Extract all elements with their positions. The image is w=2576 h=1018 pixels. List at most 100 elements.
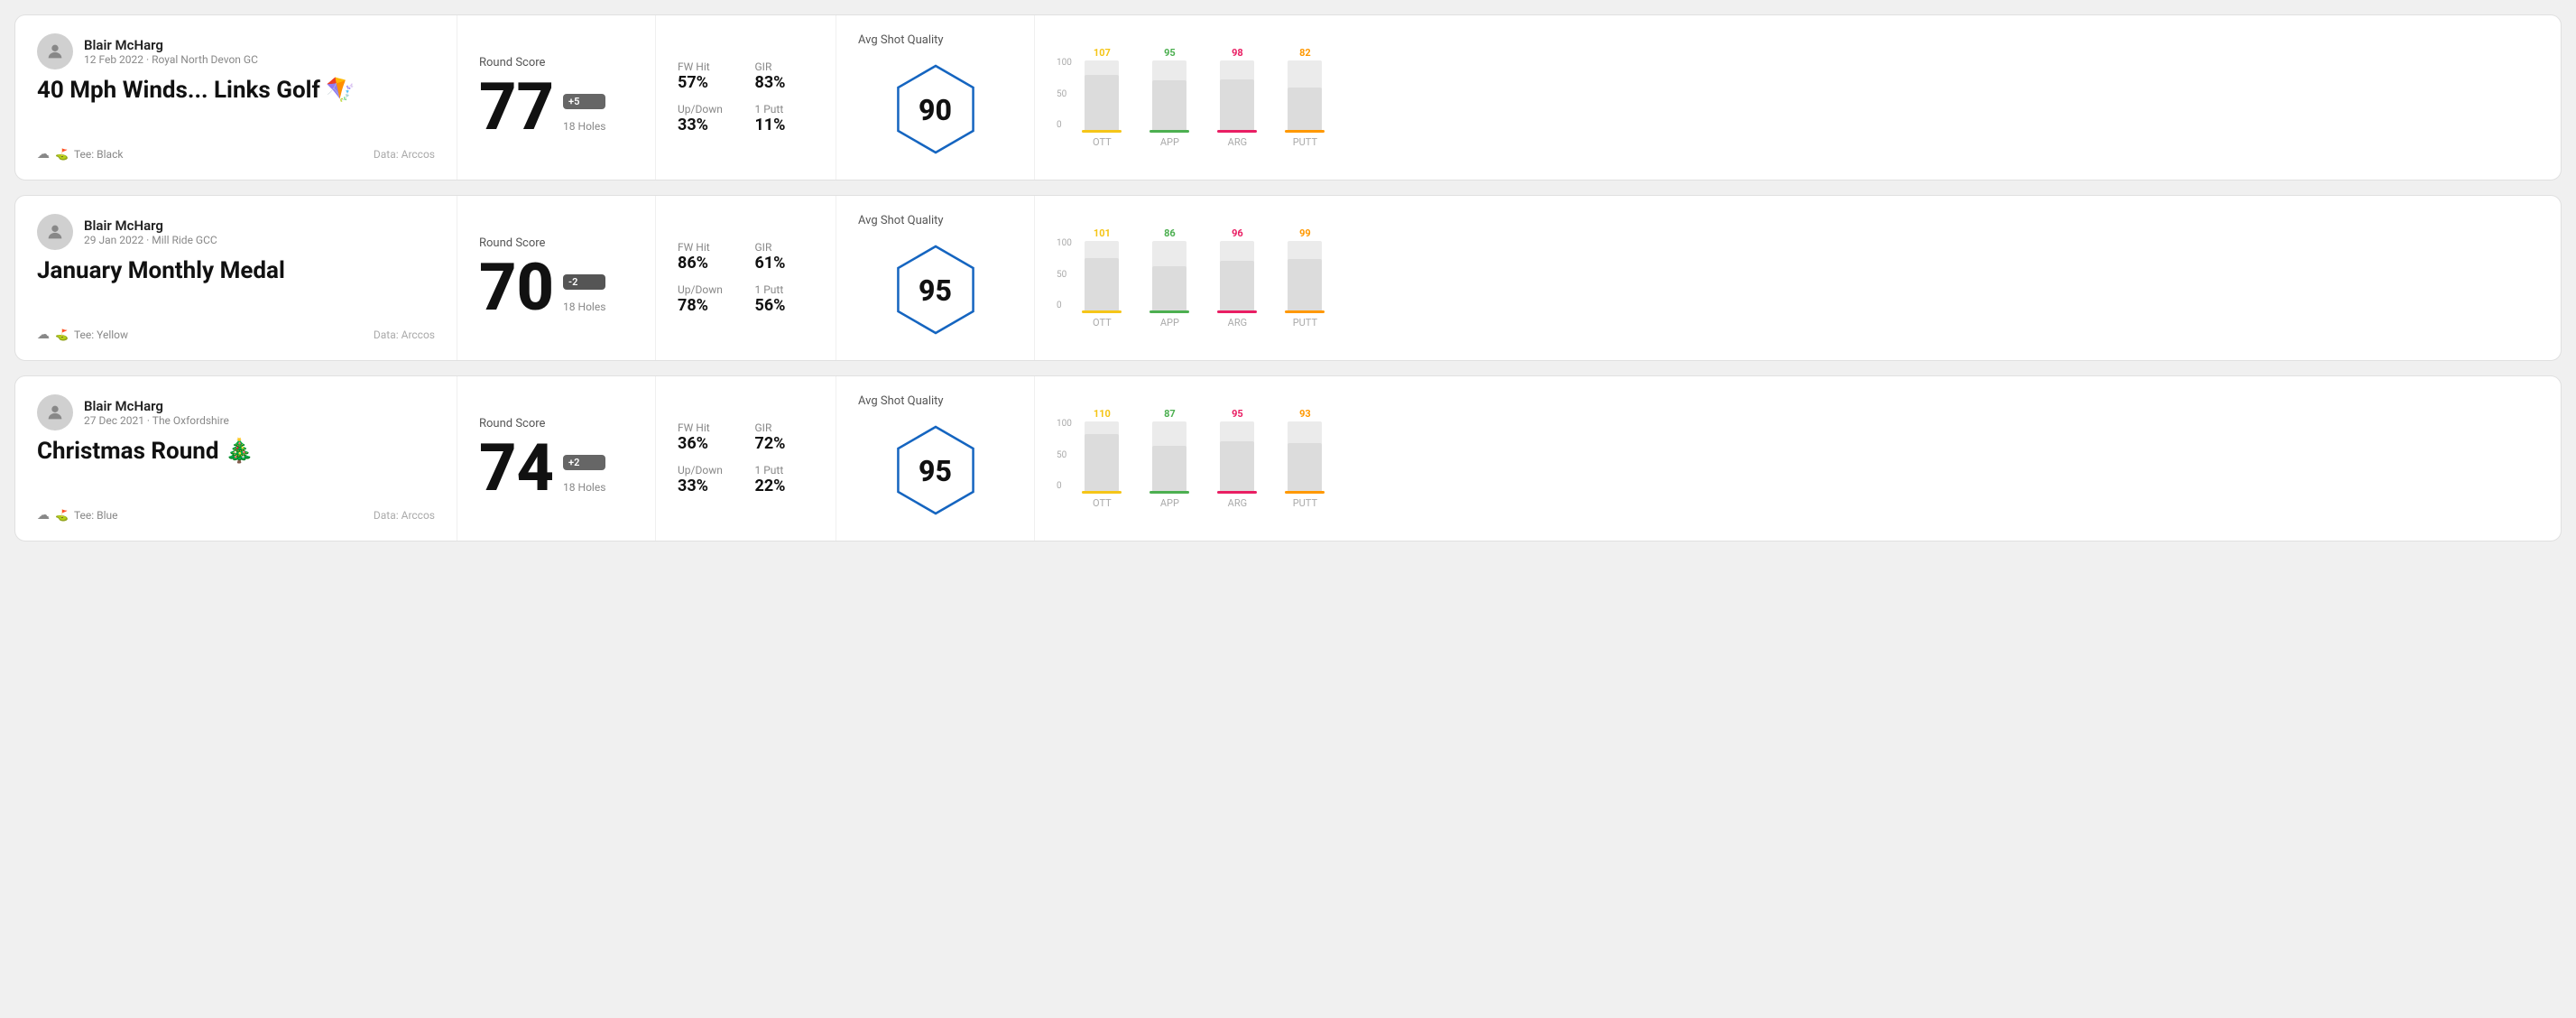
tee-info: ☁ ⛳ Tee: Blue bbox=[37, 508, 118, 523]
stat-label: 1 Putt bbox=[755, 103, 815, 116]
stat-item-2: Up/Down 33% bbox=[678, 464, 737, 495]
stat-label: FW Hit bbox=[678, 241, 737, 254]
score-badge: +2 bbox=[563, 455, 605, 470]
stat-item-3: 1 Putt 11% bbox=[755, 103, 815, 134]
stat-value: 22% bbox=[755, 477, 815, 495]
stat-item-1: GIR 72% bbox=[755, 421, 815, 453]
score-number: 77 bbox=[479, 75, 554, 140]
card-footer: ☁ ⛳ Tee: Yellow Data: Arccos bbox=[37, 328, 435, 342]
stat-label: Up/Down bbox=[678, 103, 737, 116]
stat-value: 57% bbox=[678, 73, 737, 92]
chart-column: 98 ARG bbox=[1213, 47, 1262, 148]
stat-value: 36% bbox=[678, 434, 737, 453]
round-title: January Monthly Medal bbox=[37, 257, 435, 284]
stat-value: 78% bbox=[678, 296, 737, 315]
score-row: 74 +2 18 Holes bbox=[479, 436, 633, 501]
round-card-1: Blair McHarg 12 Feb 2022 · Royal North D… bbox=[14, 14, 2562, 180]
stats-section: FW Hit 86% GIR 61% Up/Down 78% 1 Putt 56… bbox=[656, 196, 836, 360]
quality-score: 90 bbox=[891, 58, 981, 162]
avatar bbox=[37, 214, 73, 250]
chart-column: 93 PUTT bbox=[1280, 408, 1330, 509]
round-card-2: Blair McHarg 29 Jan 2022 · Mill Ride GCC… bbox=[14, 195, 2562, 361]
score-number: 70 bbox=[479, 255, 554, 320]
stat-label: Up/Down bbox=[678, 283, 737, 296]
weather-icon: ☁ bbox=[37, 508, 50, 523]
tee-info: ☁ ⛳ Tee: Yellow bbox=[37, 328, 128, 342]
round-card-3: Blair McHarg 27 Dec 2021 · The Oxfordshi… bbox=[14, 375, 2562, 541]
quality-section: Avg Shot Quality 95 bbox=[836, 376, 1035, 541]
quality-label: Avg Shot Quality bbox=[858, 394, 944, 408]
player-info: Blair McHarg 27 Dec 2021 · The Oxfordshi… bbox=[37, 394, 435, 430]
chart-column: 86 APP bbox=[1145, 227, 1195, 329]
tee-label: Tee: Blue bbox=[74, 509, 118, 522]
stat-value: 86% bbox=[678, 254, 737, 273]
card-left-1: Blair McHarg 12 Feb 2022 · Royal North D… bbox=[15, 15, 457, 180]
avatar bbox=[37, 33, 73, 69]
score-label: Round Score bbox=[479, 417, 633, 430]
chart-column: 95 ARG bbox=[1213, 408, 1262, 509]
golf-bag-icon: ⛳ bbox=[55, 148, 69, 161]
hexagon-wrap: 90 bbox=[858, 58, 1012, 162]
stat-label: GIR bbox=[755, 60, 815, 73]
quality-section: Avg Shot Quality 95 bbox=[836, 196, 1035, 360]
data-source: Data: Arccos bbox=[374, 148, 435, 161]
round-title: Christmas Round 🎄 bbox=[37, 438, 435, 465]
score-section: Round Score 77 +5 18 Holes bbox=[457, 15, 656, 180]
chart-column: 99 PUTT bbox=[1280, 227, 1330, 329]
stats-grid: FW Hit 36% GIR 72% Up/Down 33% 1 Putt 22… bbox=[678, 421, 814, 495]
stat-item-1: GIR 61% bbox=[755, 241, 815, 273]
score-badge: -2 bbox=[563, 274, 605, 290]
chart-column: 107 OTT bbox=[1077, 47, 1127, 148]
stat-label: 1 Putt bbox=[755, 283, 815, 296]
player-info: Blair McHarg 29 Jan 2022 · Mill Ride GCC bbox=[37, 214, 435, 250]
stat-label: Up/Down bbox=[678, 464, 737, 477]
chart-column: 82 PUTT bbox=[1280, 47, 1330, 148]
card-left-3: Blair McHarg 27 Dec 2021 · The Oxfordshi… bbox=[15, 376, 457, 541]
player-info: Blair McHarg 12 Feb 2022 · Royal North D… bbox=[37, 33, 435, 69]
stat-item-0: FW Hit 36% bbox=[678, 421, 737, 453]
hexagon: 95 bbox=[891, 419, 981, 523]
stats-section: FW Hit 57% GIR 83% Up/Down 33% 1 Putt 11… bbox=[656, 15, 836, 180]
data-source: Data: Arccos bbox=[374, 509, 435, 522]
stat-label: 1 Putt bbox=[755, 464, 815, 477]
golf-bag-icon: ⛳ bbox=[55, 509, 69, 522]
chart-column: 110 OTT bbox=[1077, 408, 1127, 509]
weather-icon: ☁ bbox=[37, 147, 50, 162]
score-holes: 18 Holes bbox=[563, 481, 605, 494]
golf-bag-icon: ⛳ bbox=[55, 329, 69, 341]
quality-label: Avg Shot Quality bbox=[858, 214, 944, 227]
hexagon: 90 bbox=[891, 58, 981, 162]
avatar bbox=[37, 394, 73, 430]
stat-label: GIR bbox=[755, 241, 815, 254]
tee-info: ☁ ⛳ Tee: Black bbox=[37, 147, 123, 162]
score-section: Round Score 74 +2 18 Holes bbox=[457, 376, 656, 541]
score-label: Round Score bbox=[479, 56, 633, 69]
stat-item-0: FW Hit 86% bbox=[678, 241, 737, 273]
chart-section: 100 50 0 110 OTT 87 APP bbox=[1035, 376, 2561, 541]
stat-value: 83% bbox=[755, 73, 815, 92]
score-row: 70 -2 18 Holes bbox=[479, 255, 633, 320]
player-name: Blair McHarg bbox=[84, 37, 258, 53]
score-section: Round Score 70 -2 18 Holes bbox=[457, 196, 656, 360]
chart-column: 96 ARG bbox=[1213, 227, 1262, 329]
quality-label: Avg Shot Quality bbox=[858, 33, 944, 47]
player-name: Blair McHarg bbox=[84, 217, 217, 234]
quality-score: 95 bbox=[891, 419, 981, 523]
hexagon: 95 bbox=[891, 238, 981, 342]
stat-value: 33% bbox=[678, 477, 737, 495]
stats-grid: FW Hit 57% GIR 83% Up/Down 33% 1 Putt 11… bbox=[678, 60, 814, 134]
chart-column: 87 APP bbox=[1145, 408, 1195, 509]
hexagon-wrap: 95 bbox=[858, 238, 1012, 342]
stat-label: FW Hit bbox=[678, 60, 737, 73]
stat-value: 72% bbox=[755, 434, 815, 453]
stat-item-2: Up/Down 78% bbox=[678, 283, 737, 315]
card-left-2: Blair McHarg 29 Jan 2022 · Mill Ride GCC… bbox=[15, 196, 457, 360]
tee-label: Tee: Black bbox=[74, 148, 123, 161]
score-badge: +5 bbox=[563, 94, 605, 109]
stat-item-3: 1 Putt 22% bbox=[755, 464, 815, 495]
score-label: Round Score bbox=[479, 236, 633, 250]
stat-item-0: FW Hit 57% bbox=[678, 60, 737, 92]
chart-column: 101 OTT bbox=[1077, 227, 1127, 329]
stat-value: 11% bbox=[755, 116, 815, 134]
stat-label: GIR bbox=[755, 421, 815, 434]
